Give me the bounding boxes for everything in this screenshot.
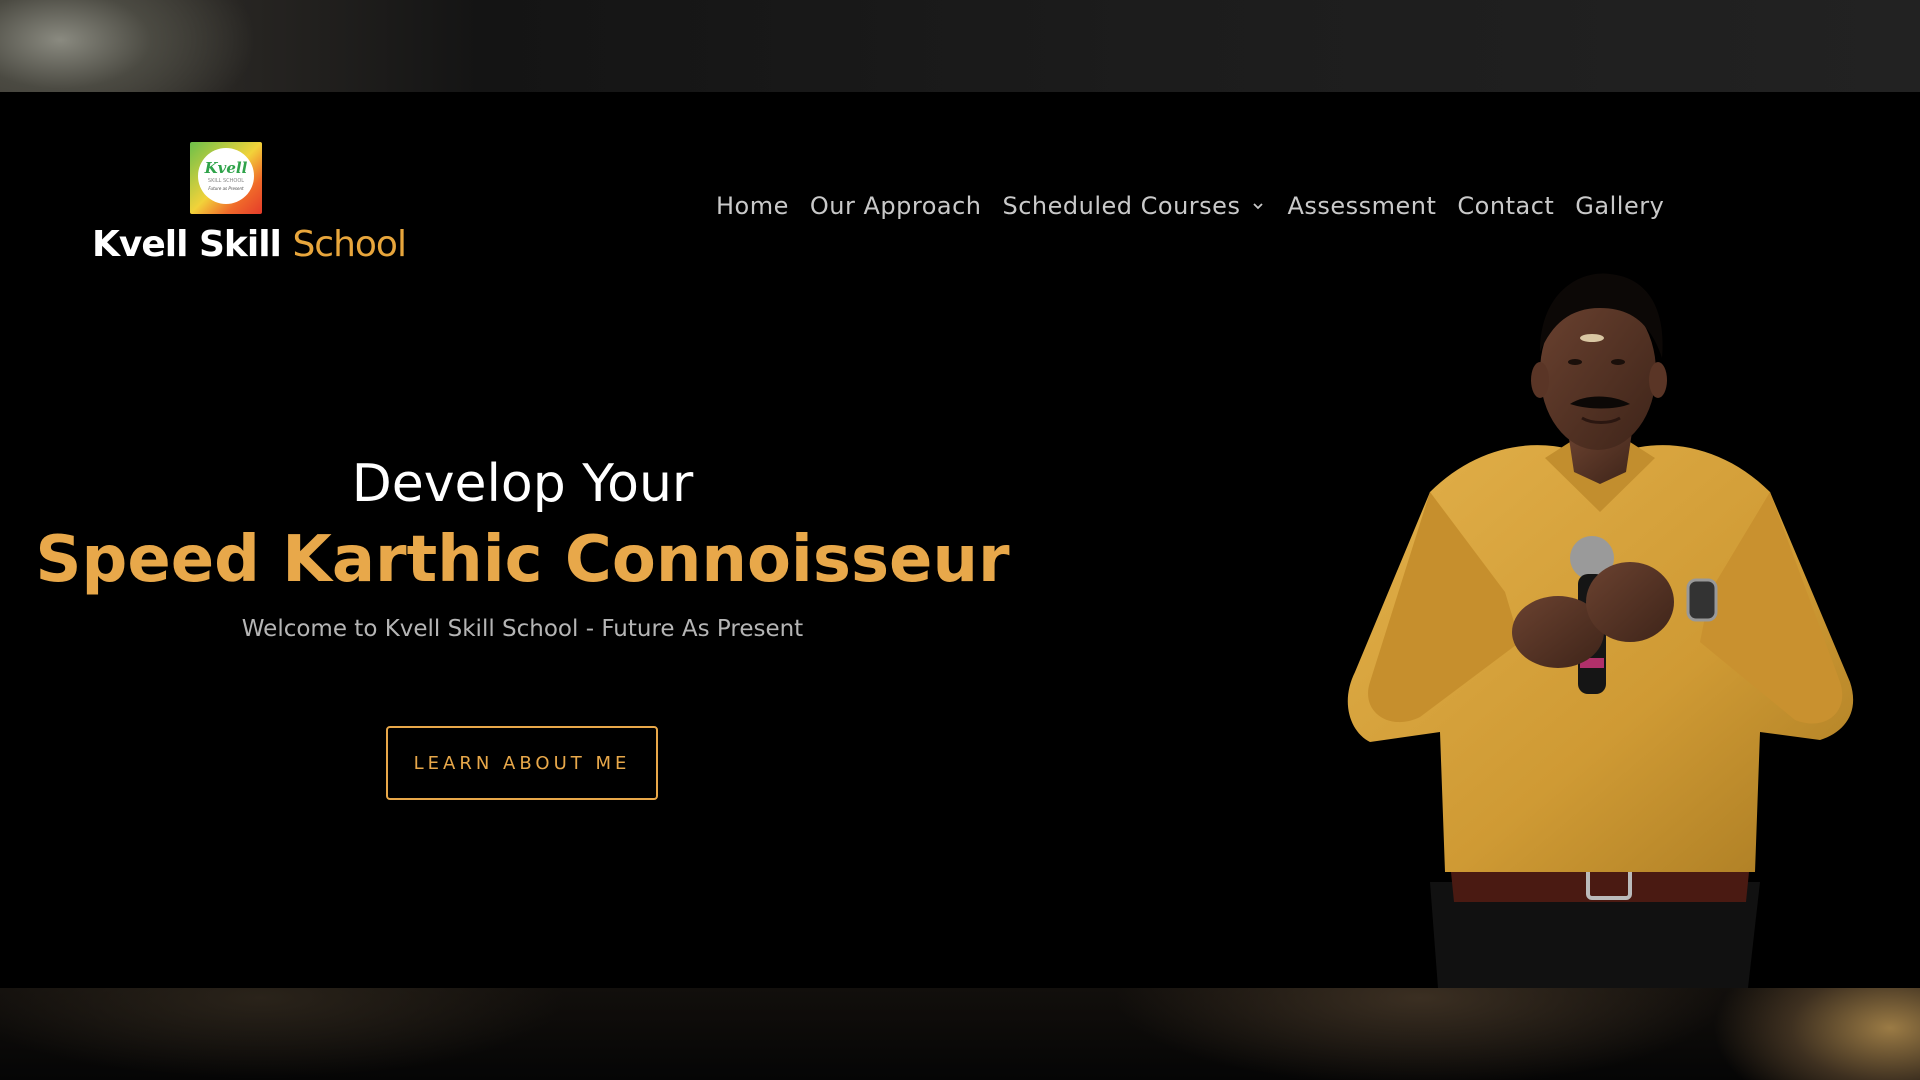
logo-name-white: Kvell Skill — [92, 224, 282, 265]
hero-heading-line1: Develop Your — [351, 454, 694, 514]
nav-item-gallery[interactable]: Gallery — [1575, 192, 1664, 220]
nav-item-our-approach[interactable]: Our Approach — [810, 192, 982, 220]
logo-name-orange: School — [292, 224, 407, 265]
main-nav: Home Our Approach Scheduled Courses Asse… — [716, 188, 1664, 224]
hero-heading-line2: Speed Karthic Connoisseur — [35, 523, 1010, 597]
learn-about-me-button[interactable]: LEARN ABOUT ME — [386, 726, 658, 800]
hero-copy: Develop Your Speed Karthic Connoisseur W… — [0, 452, 1045, 642]
hero-subtitle: Welcome to Kvell Skill School - Future A… — [241, 616, 804, 642]
hero-section: Kvell SKILL SCHOOL Future as Present Kve… — [0, 92, 1920, 988]
logo-mark-text: Kvell — [204, 159, 248, 177]
chevron-down-icon — [1253, 203, 1264, 210]
logo-wordmark: Kvell Skill School — [92, 224, 407, 265]
logo-subline-text: SKILL SCHOOL — [207, 178, 245, 184]
nav-item-assessment[interactable]: Assessment — [1287, 192, 1436, 220]
blurred-backdrop-top — [0, 0, 1920, 92]
speaker-photo — [1347, 273, 1854, 988]
nav-item-scheduled-courses[interactable]: Scheduled Courses — [1003, 192, 1267, 220]
nav-item-home[interactable]: Home — [716, 192, 789, 220]
blurred-backdrop-bottom — [0, 988, 1920, 1080]
logo-tagline-text: Future as Present — [208, 186, 244, 191]
nav-item-contact[interactable]: Contact — [1457, 192, 1554, 220]
logo-badge-icon: Kvell SKILL SCHOOL Future as Present — [190, 142, 262, 214]
